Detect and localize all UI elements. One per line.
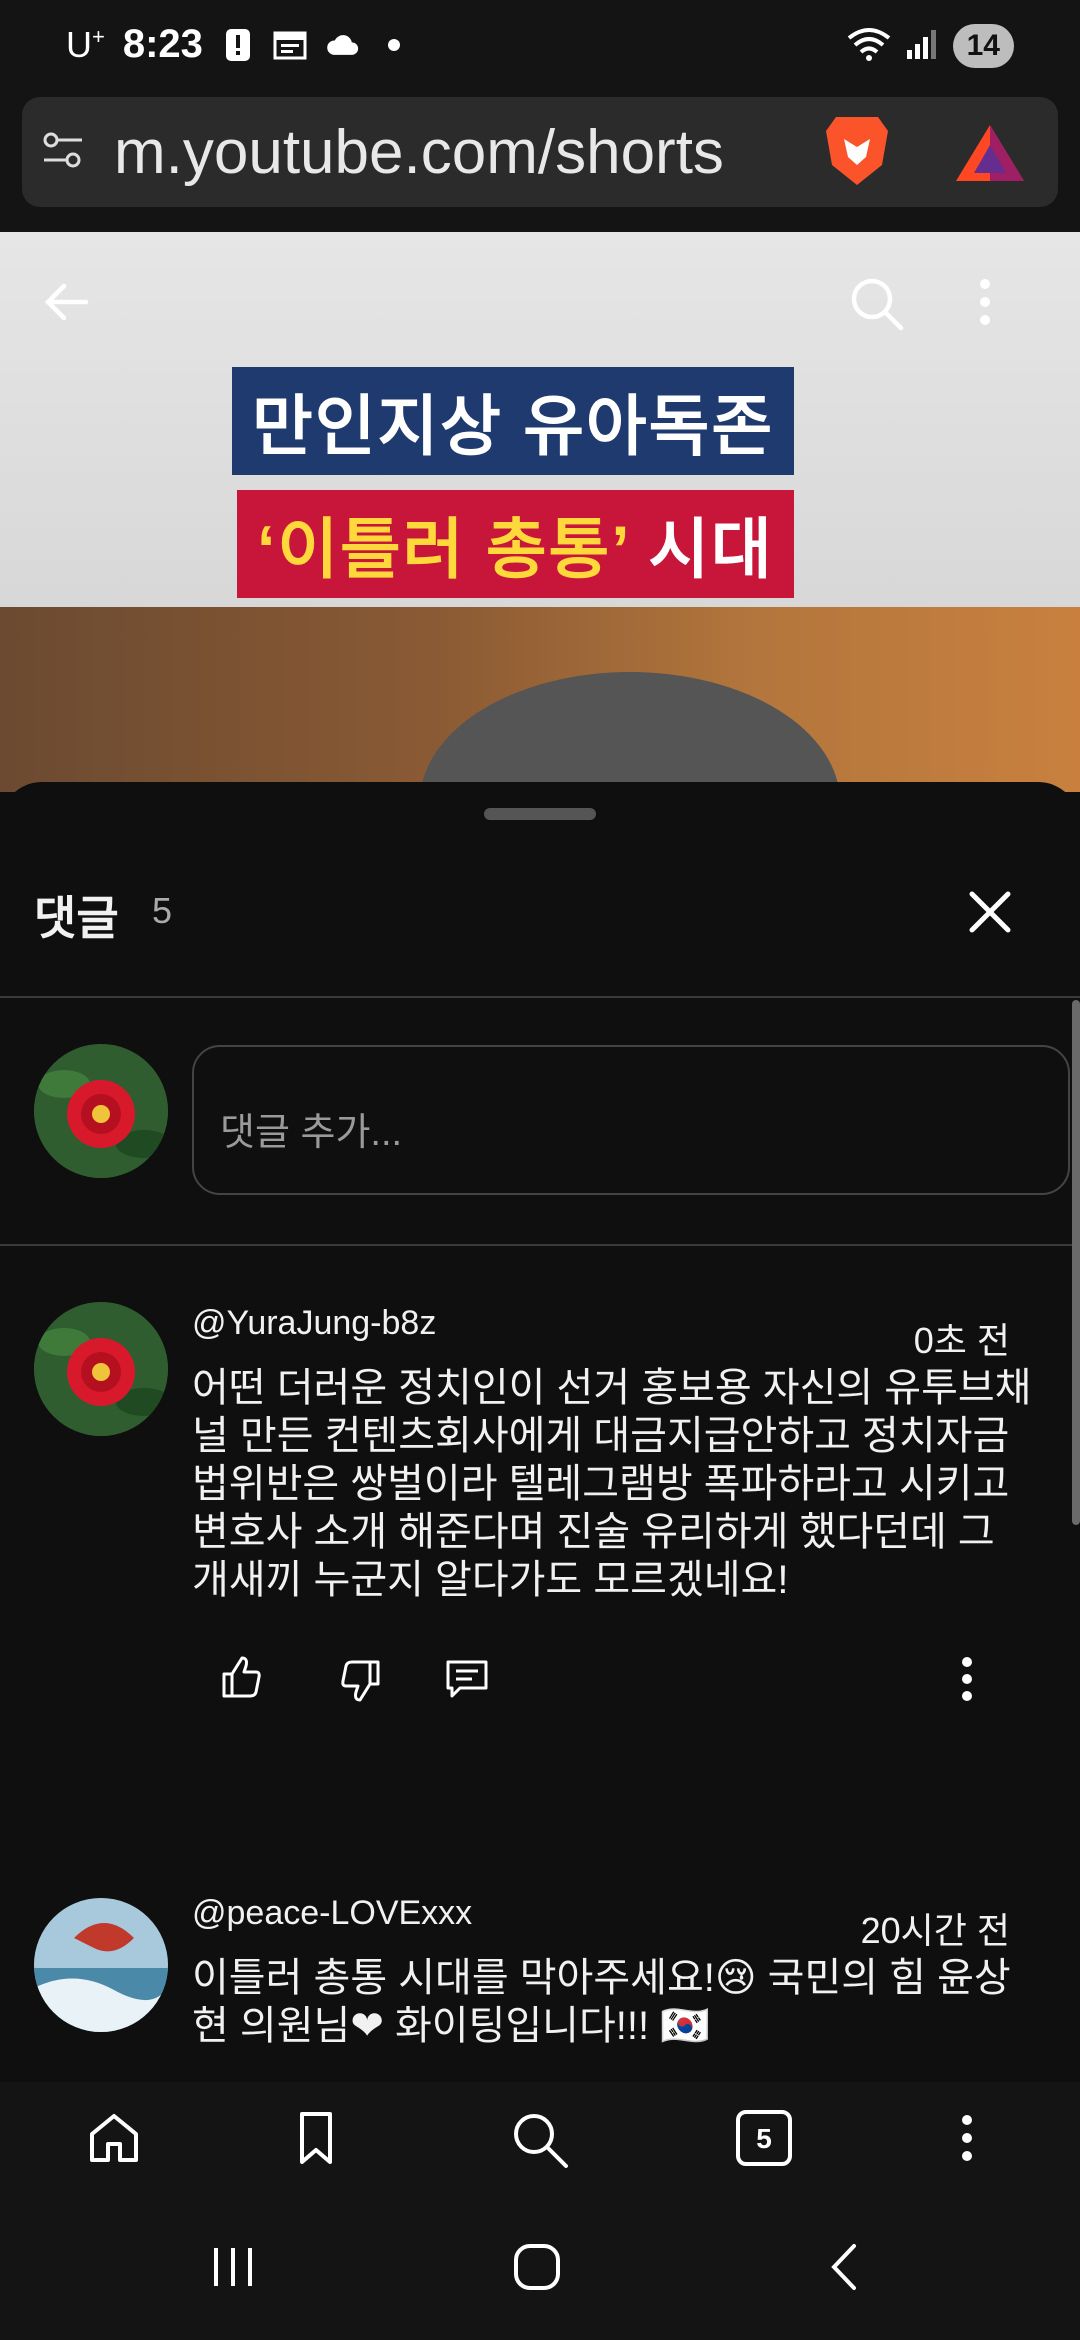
status-bar: U+ 8:23 14	[0, 0, 1080, 95]
system-navigation-bar	[0, 2202, 1080, 2340]
comments-count: 5	[152, 890, 173, 931]
alert-icon	[221, 28, 255, 62]
video-caption-line1: 만인지상 유아독존	[232, 367, 795, 475]
battery-indicator: 14	[952, 24, 1014, 68]
back-chevron-icon[interactable]	[820, 2242, 870, 2297]
brave-lion-icon[interactable]	[822, 113, 892, 194]
comment-input-placeholder: 댓글 추가...	[220, 1112, 403, 1154]
back-arrow-icon[interactable]	[36, 272, 96, 337]
divider	[0, 1244, 1080, 1246]
tune-icon[interactable]	[40, 127, 86, 178]
comment-author[interactable]: @YuraJung-b8z	[192, 1304, 436, 1343]
video-caption-line2: ‘이틀러 총통’ 시대	[237, 490, 794, 598]
tabs-count: 5	[756, 2123, 772, 2154]
dislike-icon[interactable]	[338, 1658, 384, 1709]
brave-rewards-icon[interactable]	[954, 123, 1026, 188]
comment-author[interactable]: @peace-LOVExxx	[192, 1894, 472, 1933]
comments-title: 댓글	[34, 892, 119, 944]
divider	[0, 996, 1080, 998]
browser-bottom-nav: 5	[0, 2082, 1080, 2202]
more-vert-icon[interactable]	[970, 272, 1000, 337]
scrollbar[interactable]	[1072, 1000, 1080, 1525]
wifi-icon	[847, 26, 891, 67]
like-icon[interactable]	[218, 1654, 264, 1705]
calendar-icon	[273, 28, 307, 62]
comments-sheet: 댓글 5 댓글 추가... @YuraJung-b8z 0초 전 어떤 더러운 …	[0, 782, 1080, 2082]
comment-input[interactable]: 댓글 추가...	[192, 1045, 1070, 1195]
video-player[interactable]: 만인지상 유아독존 ‘이틀러 총통’ 시대	[0, 232, 1080, 792]
clock: 8:23	[122, 22, 203, 66]
home-circle-icon[interactable]	[512, 2242, 562, 2297]
comment-text: 이틀러 총통 시대를 막아주세요!😢 국민의 힘 윤상현 의원님❤ 화이팅입니다…	[192, 1956, 1011, 2048]
more-vert-icon[interactable]	[952, 2108, 982, 2173]
comment-avatar[interactable]	[34, 1898, 168, 2032]
recent-apps-icon[interactable]	[208, 2242, 258, 2297]
comment-avatar[interactable]	[34, 1302, 168, 1436]
comment-time: 20시간 전	[860, 1910, 1010, 1951]
url-text[interactable]: m.youtube.com/shorts	[114, 117, 824, 188]
browser-toolbar: m.youtube.com/shorts	[0, 95, 1080, 232]
cloud-icon	[325, 28, 359, 62]
tabs-icon[interactable]: 5	[734, 2108, 794, 2173]
signal-icon	[905, 28, 939, 65]
home-icon[interactable]	[84, 2108, 144, 2173]
comment-text: 어떤 더러운 정치인이 선거 홍보용 자신의 유투브채널 만든 컨텐츠회사에게 …	[192, 1366, 1032, 1602]
comment-more-icon[interactable]	[952, 1654, 982, 1709]
close-icon[interactable]	[960, 882, 1020, 947]
avatar[interactable]	[34, 1044, 168, 1178]
carrier-label: U+	[66, 23, 105, 65]
comment-time: 0초 전	[913, 1320, 1010, 1361]
bookmark-icon[interactable]	[286, 2108, 346, 2173]
notification-dot-icon	[377, 28, 411, 62]
address-bar[interactable]: m.youtube.com/shorts	[22, 97, 1058, 207]
drag-handle[interactable]	[484, 808, 596, 820]
reply-icon[interactable]	[444, 1656, 490, 1707]
search-icon[interactable]	[845, 272, 909, 341]
search-icon[interactable]	[508, 2108, 572, 2177]
